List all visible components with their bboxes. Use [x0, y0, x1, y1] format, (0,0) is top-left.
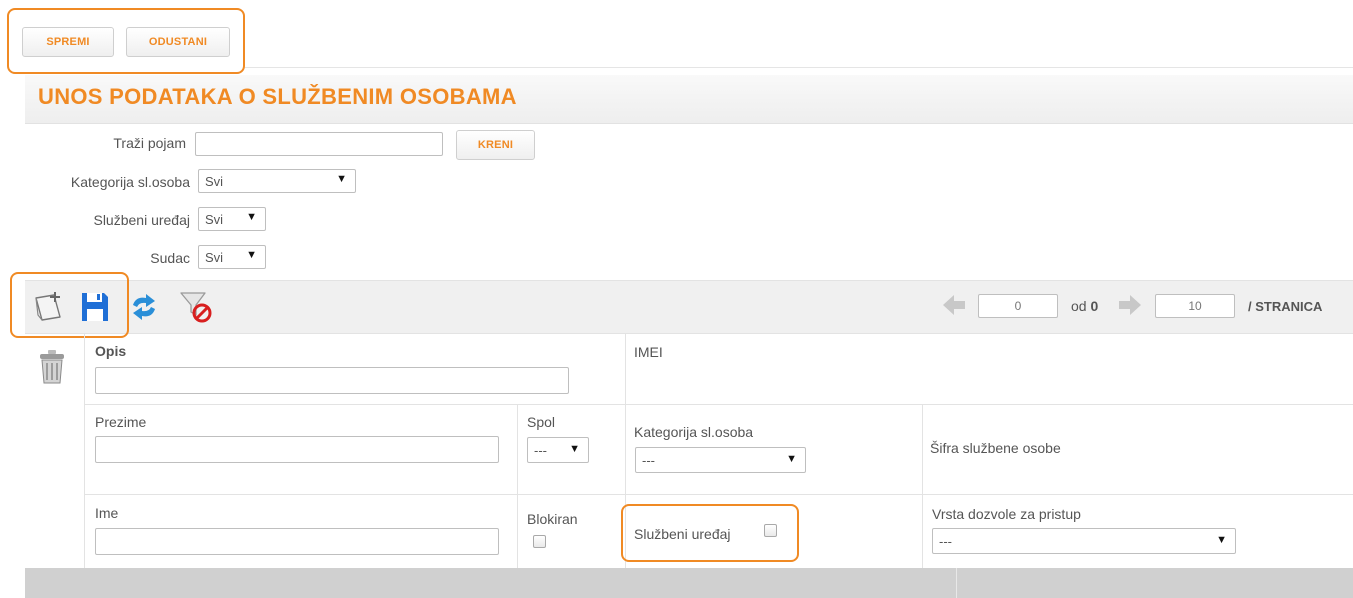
device-select[interactable]: Svi ▼ — [198, 207, 266, 231]
category-select[interactable]: Svi ▼ — [198, 169, 356, 193]
trash-icon[interactable] — [37, 349, 67, 385]
ime-input[interactable] — [95, 528, 499, 555]
vrsta-dozvole-select[interactable]: --- ▼ — [932, 528, 1236, 554]
spol-label: Spol — [527, 414, 556, 430]
grid-footer-divider — [956, 568, 957, 598]
page-size-input[interactable]: 10 — [1155, 294, 1235, 318]
next-arrow-icon[interactable] — [1117, 292, 1143, 318]
sifra-label: Šifra službene osobe — [930, 440, 1061, 456]
search-label: Traži pojam — [113, 135, 186, 151]
prezime-label: Prezime — [95, 414, 147, 430]
device-label: Službeni uređaj — [93, 212, 190, 228]
grid-line — [922, 404, 923, 568]
chevron-down-icon: ▼ — [336, 173, 347, 185]
chevron-down-icon: ▼ — [246, 211, 257, 223]
grid-line — [84, 494, 1353, 495]
grid-line — [84, 404, 1353, 405]
spol-select[interactable]: --- ▼ — [527, 437, 589, 463]
prev-arrow-icon[interactable] — [941, 292, 967, 318]
chevron-down-icon: ▼ — [1216, 534, 1227, 546]
judge-select-value: Svi — [205, 249, 224, 265]
grid-line — [517, 404, 518, 568]
new-record-icon[interactable] — [32, 289, 66, 323]
cancel-button[interactable]: ODUSTANI — [126, 27, 230, 57]
save-button[interactable]: SPREMI — [22, 27, 114, 57]
blokiran-checkbox[interactable] — [533, 535, 546, 548]
blokiran-label: Blokiran — [527, 511, 578, 527]
chevron-down-icon: ▼ — [786, 453, 797, 465]
vrsta-dozvole-select-value: --- — [939, 533, 952, 549]
grid-line — [84, 333, 85, 568]
opis-label: Opis — [95, 343, 127, 359]
imei-label: IMEI — [634, 344, 663, 360]
judge-select[interactable]: Svi ▼ — [198, 245, 266, 269]
judge-label: Sudac — [150, 250, 190, 266]
category-select-value: Svi — [205, 173, 224, 189]
device-select-value: Svi — [205, 211, 224, 227]
ime-label: Ime — [95, 505, 119, 521]
kategorija-label: Kategorija sl.osoba — [634, 424, 754, 440]
chevron-down-icon: ▼ — [246, 249, 257, 261]
pager-of-text: od 0 — [1071, 298, 1098, 314]
opis-input[interactable] — [95, 367, 569, 394]
prezime-input[interactable] — [95, 436, 499, 463]
current-page-input[interactable]: 0 — [978, 294, 1058, 318]
pager-total-pages: 0 — [1090, 298, 1099, 314]
chevron-down-icon: ▼ — [569, 443, 580, 455]
kategorija-select-value: --- — [642, 452, 655, 468]
go-button[interactable]: KRENI — [456, 130, 535, 160]
header-divider — [245, 67, 1353, 68]
sluzbeni-uredaj-label: Službeni uređaj — [634, 526, 731, 542]
kategorija-select[interactable]: --- ▼ — [635, 447, 806, 473]
grid-footer — [25, 568, 1353, 598]
per-page-label: / STRANICA — [1248, 299, 1323, 314]
sluzbeni-uredaj-checkbox[interactable] — [764, 524, 777, 537]
vrsta-dozvole-label: Vrsta dozvole za pristup — [932, 506, 1081, 522]
spol-select-value: --- — [534, 442, 547, 458]
search-input[interactable] — [195, 132, 443, 156]
clear-filter-icon[interactable] — [178, 289, 214, 325]
grid-toolbar — [25, 280, 1353, 334]
page-title: UNOS PODATAKA O SLUŽBENIM OSOBAMA — [38, 84, 517, 109]
category-label: Kategorija sl.osoba — [70, 174, 190, 190]
grid-line — [625, 333, 626, 568]
pager-of-label: od — [1071, 298, 1087, 314]
save-icon[interactable] — [80, 291, 110, 323]
refresh-icon[interactable] — [128, 291, 160, 323]
